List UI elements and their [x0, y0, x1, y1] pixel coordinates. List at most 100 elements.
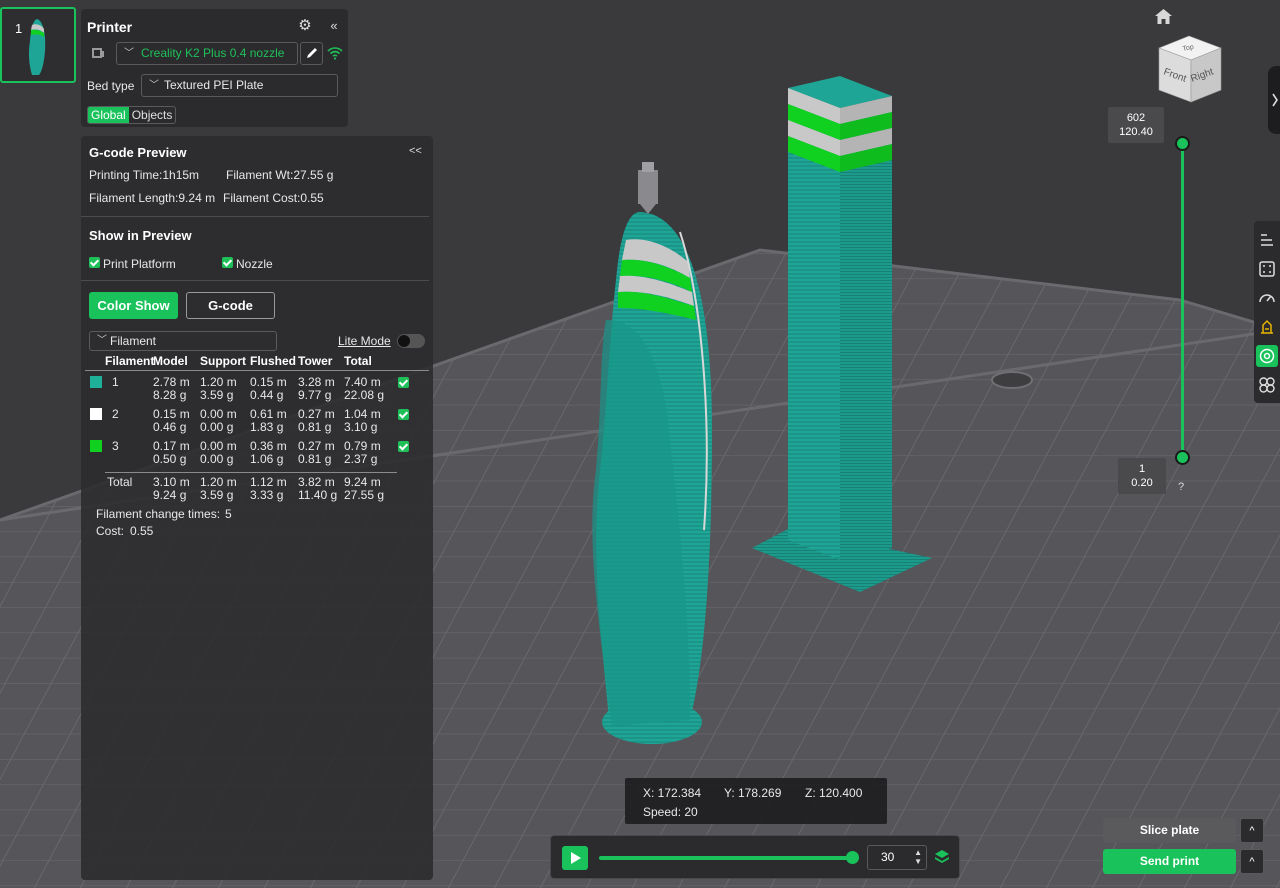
- color-wheel-icon: [1259, 348, 1275, 364]
- settings-scope-tabs: Global Objects: [87, 106, 177, 124]
- bed-type-select[interactable]: ﹀ Textured PEI Plate: [141, 74, 338, 97]
- bottom-layer-number: 1: [1138, 463, 1146, 475]
- wifi-icon[interactable]: [327, 46, 343, 60]
- multi-material-tool[interactable]: [1256, 374, 1278, 396]
- filament-1-visible-checkbox[interactable]: [398, 377, 409, 388]
- send-options-button[interactable]: ^: [1240, 849, 1264, 874]
- tower-weight: 9.77 g: [298, 388, 332, 402]
- layer-slider-top-handle[interactable]: [1175, 136, 1190, 151]
- gcode-preview-panel: G-code Preview << Printing Time:1h15m Fi…: [81, 136, 433, 880]
- model-weight: 0.50 g: [153, 452, 187, 466]
- home-icon[interactable]: [1154, 8, 1173, 25]
- filament-id: 3: [112, 439, 119, 453]
- slice-options-button[interactable]: ^: [1240, 818, 1264, 843]
- model-weight: 0.46 g: [153, 420, 187, 434]
- stepper-arrows-icon[interactable]: ▲ ▼: [914, 848, 922, 866]
- plate-thumbnail[interactable]: 1: [0, 7, 76, 83]
- print-platform-checkbox[interactable]: [89, 257, 100, 268]
- cost-label: Cost:: [96, 524, 125, 538]
- filament-2-swatch: [90, 408, 102, 420]
- flushed-weight: 3.33 g: [250, 488, 284, 502]
- cost-value: 0.55: [130, 524, 154, 538]
- show-in-preview-title: Show in Preview: [89, 228, 192, 243]
- tower-weight: 0.81 g: [298, 452, 332, 466]
- layer-top-label: 602 120.40: [1108, 107, 1164, 143]
- color-show-button[interactable]: Color Show: [89, 292, 178, 319]
- x-coordinate: X: 172.384: [643, 786, 702, 800]
- support-view-tool[interactable]: [1256, 316, 1278, 338]
- gauge-icon: [1259, 294, 1275, 303]
- chevron-down-icon: ﹀: [149, 80, 159, 91]
- filament-id: 1: [112, 375, 119, 389]
- col-tower: Tower: [298, 354, 333, 368]
- printer-select[interactable]: ﹀ Creality K2 Plus 0.4 nozzle: [116, 42, 298, 65]
- divider: [81, 280, 429, 281]
- total-weight: 27.55 g: [344, 488, 385, 502]
- tab-global[interactable]: Global: [88, 107, 129, 123]
- gcode-view-button[interactable]: G-code: [186, 292, 275, 319]
- grid-view-tool[interactable]: [1256, 258, 1278, 280]
- tower-weight: 0.81 g: [298, 420, 332, 434]
- bed-type-value: Textured PEI Plate: [164, 78, 264, 92]
- expand-right-panel-button[interactable]: [1268, 66, 1280, 134]
- filament-2-visible-checkbox[interactable]: [398, 409, 409, 420]
- view-cube[interactable]: Top Front Right: [1155, 34, 1225, 104]
- view-type-select[interactable]: ﹀ Filament: [89, 331, 277, 351]
- view-type-value: Filament: [110, 334, 157, 348]
- total-weight: 22.08 g: [344, 388, 385, 402]
- col-filament: Filament: [105, 354, 155, 368]
- gcode-panel-collapse-button[interactable]: <<: [409, 145, 422, 157]
- bed-type-label: Bed type: [87, 79, 135, 93]
- model-weight: 8.28 g: [153, 388, 187, 402]
- plate-preview-icon: [28, 19, 46, 75]
- bottom-layer-height: 0.20: [1131, 477, 1153, 489]
- total-divider: [105, 472, 397, 473]
- flushed-weight: 1.06 g: [250, 452, 284, 466]
- filament-cost: Filament Cost:0.55: [223, 191, 324, 205]
- tab-objects[interactable]: Objects: [129, 107, 176, 123]
- filament-3-visible-checkbox[interactable]: [398, 441, 409, 452]
- collapse-icon[interactable]: «: [326, 18, 342, 34]
- layers-view-tool[interactable]: [1256, 229, 1278, 251]
- filament-length: Filament Length:9.24 m: [89, 191, 216, 205]
- slice-plate-button[interactable]: Slice plate: [1103, 818, 1236, 843]
- align-bottom-icon: [1261, 234, 1273, 246]
- gear-icon[interactable]: ⚙: [296, 17, 314, 35]
- total-weight: 3.10 g: [344, 420, 378, 434]
- position-readout: X: 172.384 Y: 178.269 Z: 120.400 Speed: …: [625, 778, 887, 824]
- playback-progress-track[interactable]: [599, 856, 852, 860]
- filament-weight: Filament Wt:27.55 g: [226, 168, 334, 182]
- speed-view-tool[interactable]: [1256, 287, 1278, 309]
- send-print-button[interactable]: Send print: [1103, 849, 1236, 874]
- filament-change-value: 5: [225, 507, 232, 521]
- total-weight: 2.37 g: [344, 452, 378, 466]
- support-weight: 0.00 g: [200, 452, 234, 466]
- edit-printer-button[interactable]: [300, 42, 323, 65]
- support-icon: [1261, 319, 1273, 334]
- z-coordinate: Z: 120.400: [805, 786, 863, 800]
- layers-icon[interactable]: [933, 848, 951, 866]
- speed-readout: Speed: 20: [643, 805, 698, 819]
- playback-speed-stepper[interactable]: 30 ▲ ▼: [867, 845, 927, 870]
- y-coordinate: Y: 178.269: [724, 786, 782, 800]
- support-weight: 3.59 g: [200, 388, 234, 402]
- filament-1-swatch: [90, 376, 102, 388]
- playback-progress-handle[interactable]: [846, 851, 859, 864]
- slider-help-icon[interactable]: ?: [1178, 481, 1184, 493]
- color-view-tool[interactable]: [1256, 345, 1278, 367]
- col-support: Support: [200, 354, 246, 368]
- chevron-down-icon: ﹀: [124, 48, 134, 59]
- lite-mode-toggle[interactable]: [397, 334, 425, 348]
- nozzle-checkbox[interactable]: [222, 257, 233, 268]
- flushed-weight: 0.44 g: [250, 388, 284, 402]
- printing-time: Printing Time:1h15m: [89, 168, 200, 182]
- gcode-preview-title: G-code Preview: [89, 145, 187, 160]
- play-button[interactable]: [562, 846, 588, 870]
- printer-title: Printer: [87, 19, 133, 35]
- layer-slider-track[interactable]: [1181, 143, 1184, 457]
- layer-slider-bottom-handle[interactable]: [1175, 450, 1190, 465]
- print-platform-label: Print Platform: [103, 257, 176, 271]
- col-total: Total: [344, 354, 372, 368]
- layer-bottom-label: 1 0.20: [1118, 458, 1166, 494]
- playback-bar: 30 ▲ ▼: [550, 835, 960, 879]
